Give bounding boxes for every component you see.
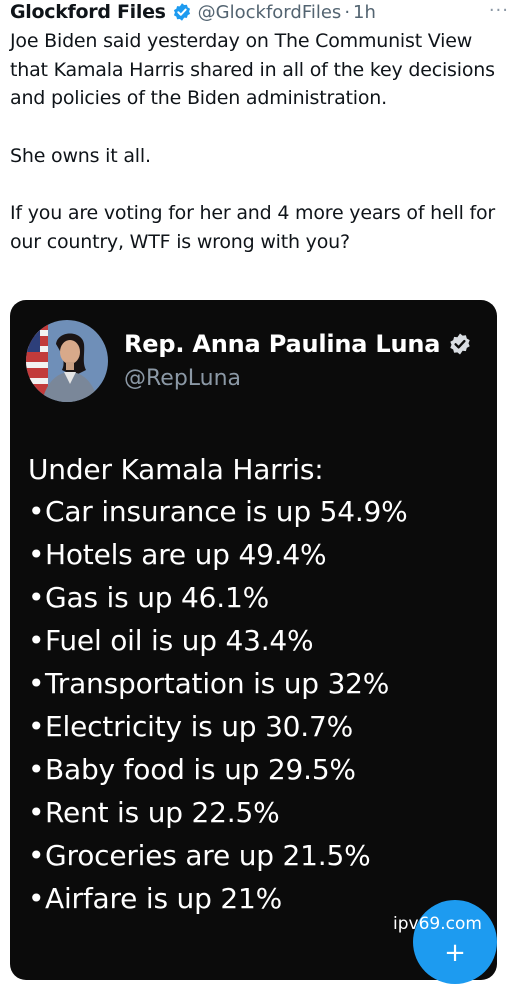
tweet-paragraph: If you are voting for her and 4 more yea… bbox=[10, 202, 496, 253]
tweet-paragraph: She owns it all. bbox=[10, 144, 151, 167]
list-title: Under Kamala Harris: bbox=[28, 453, 324, 486]
verified-badge-icon bbox=[172, 2, 192, 22]
more-options-icon[interactable]: ··· bbox=[489, 0, 509, 21]
price-increase-list: •Car insurance is up 54.9% •Hotels are u… bbox=[28, 495, 408, 925]
card-author-handle[interactable]: @RepLuna bbox=[124, 366, 241, 391]
list-item: •Baby food is up 29.5% bbox=[28, 753, 356, 786]
timestamp[interactable]: 1h bbox=[353, 2, 376, 23]
tweet-body: Joe Biden said yesterday on The Communis… bbox=[10, 27, 505, 256]
embedded-post-card[interactable]: Rep. Anna Paulina Luna @RepLuna Under Ka… bbox=[10, 300, 497, 980]
list-item: •Gas is up 46.1% bbox=[28, 581, 269, 614]
list-item: •Airfare is up 21% bbox=[28, 882, 283, 915]
list-item: •Transportation is up 32% bbox=[28, 667, 390, 700]
list-item: •Fuel oil is up 43.4% bbox=[28, 624, 314, 657]
verified-badge-icon bbox=[448, 332, 472, 356]
list-item: •Groceries are up 21.5% bbox=[28, 839, 371, 872]
card-author-name[interactable]: Rep. Anna Paulina Luna bbox=[124, 330, 440, 358]
list-item: •Car insurance is up 54.9% bbox=[28, 495, 408, 528]
watermark: ipv69.com bbox=[393, 914, 482, 934]
compose-button[interactable]: + bbox=[413, 900, 497, 984]
list-item: •Electricity is up 30.7% bbox=[28, 710, 354, 743]
tweet-header: Glockford Files @GlockfordFiles · 1h bbox=[10, 0, 500, 24]
avatar[interactable] bbox=[26, 320, 108, 402]
list-item: •Hotels are up 49.4% bbox=[28, 538, 327, 571]
compose-icon: + bbox=[444, 938, 466, 968]
author-handle[interactable]: @GlockfordFiles bbox=[198, 2, 342, 23]
separator-dot: · bbox=[344, 1, 351, 23]
list-item: •Rent is up 22.5% bbox=[28, 796, 280, 829]
tweet-paragraph: Joe Biden said yesterday on The Communis… bbox=[10, 30, 495, 109]
author-name[interactable]: Glockford Files bbox=[10, 1, 166, 23]
